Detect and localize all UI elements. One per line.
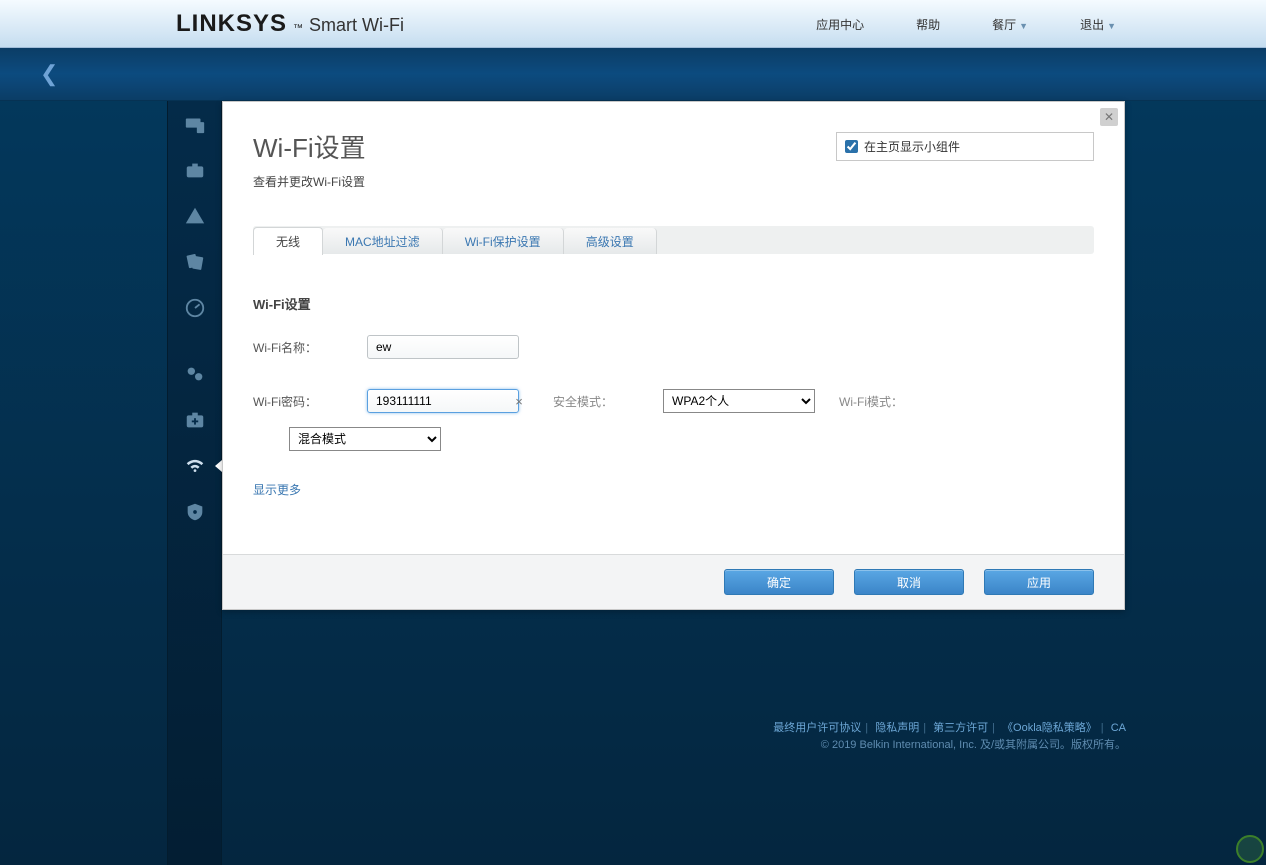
show-widget-label: 在主页显示小组件 — [864, 138, 960, 155]
cancel-button[interactable]: 取消 — [854, 569, 964, 595]
tab-wps[interactable]: Wi-Fi保护设置 — [443, 228, 564, 254]
settings-panel: ✕ Wi-Fi设置 查看并更改Wi-Fi设置 在主页显示小组件 无线 MAC地址… — [222, 101, 1125, 610]
sidebar — [167, 101, 222, 865]
footer-eula[interactable]: 最终用户许可协议 — [773, 722, 861, 734]
medkit-icon — [184, 409, 206, 431]
status-indicator-icon — [1236, 835, 1264, 863]
wifi-icon — [184, 455, 206, 477]
close-button[interactable]: ✕ — [1100, 108, 1118, 126]
show-widget-checkbox[interactable]: 在主页显示小组件 — [836, 132, 1094, 161]
logo-subtitle: Smart Wi-Fi — [309, 15, 404, 36]
back-strip: ❮ — [0, 48, 1266, 101]
logo: LINKSYS ™ Smart Wi-Fi — [176, 10, 404, 38]
logo-text: LINKSYS — [176, 10, 287, 38]
page-subtitle: 查看并更改Wi-Fi设置 — [253, 173, 1094, 190]
shield-icon — [184, 501, 206, 523]
show-widget-checkbox-input[interactable] — [845, 140, 858, 153]
nav-logout[interactable]: 退出▼ — [1080, 16, 1116, 33]
tab-wireless[interactable]: 无线 — [253, 227, 323, 255]
button-bar: 确定 取消 应用 — [223, 554, 1124, 609]
wifi-mode-select[interactable]: 混合模式 — [289, 427, 441, 451]
wifi-mode-label: Wi-Fi模式： — [839, 393, 903, 410]
nav-logout-label: 退出 — [1080, 18, 1104, 32]
sidebar-item-security[interactable] — [168, 489, 221, 535]
sidebar-item-wireless[interactable] — [168, 443, 221, 489]
logo-tm: ™ — [293, 23, 303, 34]
tab-bar: 无线 MAC地址过滤 Wi-Fi保护设置 高级设置 — [253, 226, 1094, 254]
footer-ca[interactable]: CA — [1111, 722, 1126, 734]
apply-button[interactable]: 应用 — [984, 569, 1094, 595]
wifi-name-label: Wi-Fi名称： — [253, 339, 353, 356]
security-mode-label: 安全模式： — [553, 393, 613, 410]
chevron-down-icon: ▼ — [1019, 21, 1028, 31]
gears-icon — [184, 363, 206, 385]
sidebar-item-speed-test[interactable] — [168, 285, 221, 331]
wifi-password-label: Wi-Fi密码： — [253, 393, 353, 410]
top-bar: LINKSYS™ Smart Wi-Fi 应用中心 帮助 餐厅▼ 退出▼ — [0, 0, 1266, 48]
security-mode-select[interactable]: WPA2个人 — [663, 389, 815, 413]
sidebar-item-guest-access[interactable] — [168, 147, 221, 193]
nav-room[interactable]: 餐厅▼ — [992, 16, 1028, 33]
sidebar-item-network-map[interactable] — [168, 101, 221, 147]
tab-mac-filter[interactable]: MAC地址过滤 — [323, 228, 443, 254]
briefcase-icon — [184, 159, 206, 181]
wifi-password-input[interactable] — [367, 389, 519, 413]
sidebar-item-parental-controls[interactable] — [168, 193, 221, 239]
form-area: Wi-Fi设置 Wi-Fi名称： Wi-Fi密码： × 安全模式： WPA2个人… — [223, 254, 1124, 554]
nav-room-label: 餐厅 — [992, 18, 1016, 32]
warning-icon — [184, 205, 206, 227]
cards-icon — [184, 251, 206, 273]
footer-privacy[interactable]: 隐私声明 — [875, 722, 919, 734]
tab-advanced[interactable]: 高级设置 — [564, 228, 657, 254]
section-title: Wi-Fi设置 — [253, 294, 1094, 313]
show-more-link[interactable]: 显示更多 — [253, 483, 301, 497]
chevron-down-icon: ▼ — [1107, 21, 1116, 31]
sidebar-item-media-priority[interactable] — [168, 239, 221, 285]
back-chevron-icon[interactable]: ❮ — [40, 61, 58, 87]
footer-copyright: © 2019 Belkin International, Inc. 及/或其附属… — [773, 737, 1126, 755]
nav-app-center[interactable]: 应用中心 — [816, 16, 864, 33]
top-nav: 应用中心 帮助 餐厅▼ 退出▼ — [816, 0, 1116, 48]
gauge-icon — [184, 297, 206, 319]
sidebar-item-troubleshoot[interactable] — [168, 397, 221, 443]
footer-third-party[interactable]: 第三方许可 — [933, 722, 988, 734]
devices-icon — [184, 113, 206, 135]
ok-button[interactable]: 确定 — [724, 569, 834, 595]
clear-input-icon[interactable]: × — [509, 394, 529, 409]
footer-ookla[interactable]: 《Ookla隐私策略》 — [1002, 722, 1097, 734]
wifi-name-input[interactable] — [367, 335, 519, 359]
nav-help[interactable]: 帮助 — [916, 16, 940, 33]
footer: 最终用户许可协议| 隐私声明| 第三方许可| 《Ookla隐私策略》| CA ©… — [773, 720, 1126, 755]
sidebar-item-connectivity[interactable] — [168, 351, 221, 397]
